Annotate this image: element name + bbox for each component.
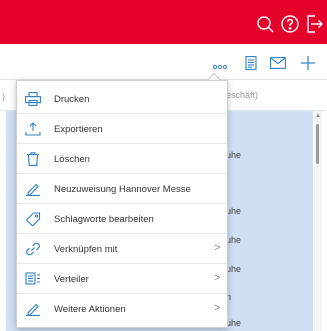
distribution-icon bbox=[25, 272, 41, 286]
printer-icon bbox=[25, 92, 41, 106]
chevron-right-icon: > bbox=[214, 302, 221, 314]
list-cell: uhe bbox=[226, 235, 242, 245]
mail-icon[interactable] bbox=[270, 56, 286, 70]
menu-item-verknuepfen[interactable]: Verknüpfen mit > bbox=[17, 234, 227, 264]
menu-item-exportieren[interactable]: Exportieren bbox=[17, 114, 227, 144]
menu-item-drucken[interactable]: Drucken bbox=[17, 84, 227, 114]
list-cell: uhe bbox=[226, 150, 242, 160]
trash-icon bbox=[25, 152, 41, 166]
more-icon[interactable] bbox=[212, 60, 228, 70]
menu-item-neuzuweisung[interactable]: Neuzuweisung Hannover Messe bbox=[17, 174, 227, 204]
list-cell: uhe bbox=[226, 264, 242, 274]
menu-item-loeschen[interactable]: Löschen bbox=[17, 144, 227, 174]
scrollbar-thumb[interactable] bbox=[316, 124, 319, 164]
menu-item-label: Verteiler bbox=[54, 274, 89, 285]
pen-icon bbox=[25, 182, 41, 196]
pen-icon bbox=[25, 302, 41, 316]
menu-item-label: Exportieren bbox=[54, 124, 103, 135]
search-icon[interactable] bbox=[256, 15, 274, 33]
toolbar bbox=[0, 44, 327, 80]
menu-item-weitere-aktionen[interactable]: Weitere Aktionen > bbox=[17, 294, 227, 324]
tag-icon bbox=[25, 212, 41, 226]
menu-item-label: Drucken bbox=[54, 94, 90, 105]
menu-item-label: Verknüpfen mit bbox=[54, 244, 118, 255]
export-icon bbox=[25, 122, 41, 136]
chevron-right-icon: > bbox=[214, 272, 221, 284]
scroll-up-arrow-icon[interactable]: ▲ bbox=[315, 113, 321, 119]
menu-item-label: Neuzuweisung Hannover Messe bbox=[54, 184, 191, 195]
chevron-right-icon: > bbox=[214, 242, 221, 254]
menu-item-schlagworte[interactable]: Schlagworte bearbeiten bbox=[17, 204, 227, 234]
list-cell: uhe bbox=[226, 206, 242, 216]
help-icon[interactable] bbox=[281, 15, 299, 33]
list-cell: uhe bbox=[226, 318, 242, 328]
logout-icon[interactable] bbox=[305, 15, 323, 33]
menu-item-label: Schlagworte bearbeiten bbox=[54, 214, 154, 225]
menu-item-label: Weitere Aktionen bbox=[54, 304, 126, 315]
link-icon bbox=[25, 242, 41, 256]
document-icon[interactable] bbox=[243, 56, 257, 70]
app-header bbox=[0, 0, 327, 44]
menu-item-label: Löschen bbox=[54, 154, 90, 165]
menu-item-verteiler[interactable]: Verteiler > bbox=[17, 264, 227, 294]
column-header-fragment: eschäft) bbox=[226, 90, 259, 100]
add-icon[interactable] bbox=[300, 56, 316, 70]
actions-menu: Drucken Exportieren Löschen Neuzuweisung… bbox=[16, 80, 228, 328]
column-header-fragment: ) bbox=[2, 91, 5, 101]
